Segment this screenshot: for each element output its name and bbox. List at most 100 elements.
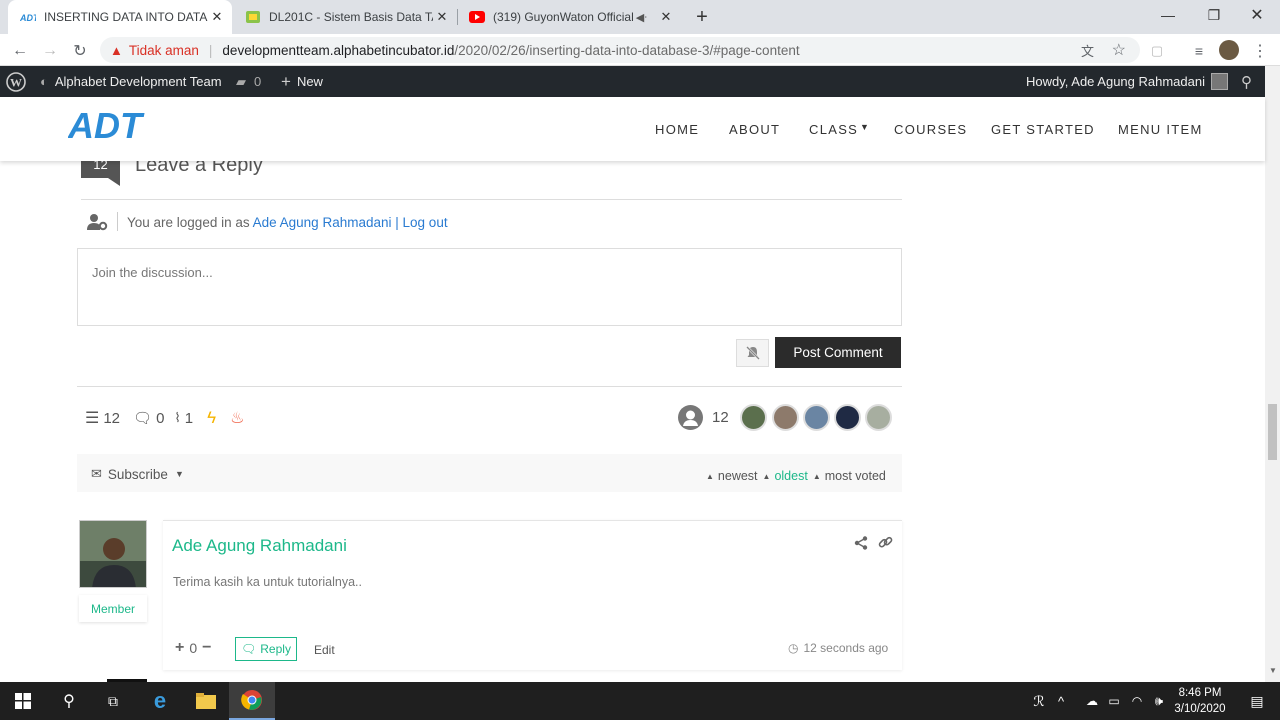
stats-bar: ☰ 12 🗨 0 ⌇ 1 ϟ ♨ (85, 408, 244, 428)
member-role-badge: Member (79, 595, 147, 622)
trending-fire-icon[interactable]: ♨ (230, 408, 244, 428)
subscribe-dropdown[interactable]: ✉ Subscribe ▼ (91, 466, 184, 482)
wordpress-logo-icon[interactable]: W (6, 66, 26, 97)
clock-area[interactable]: 8:46 PM 3/10/2020 (1172, 685, 1228, 717)
warning-triangle-icon: ▲ (110, 42, 123, 58)
notification-bell-off-icon[interactable] (736, 339, 769, 367)
onedrive-cloud-icon[interactable]: ☁ (1082, 682, 1102, 720)
comments-link[interactable]: ▰ 0 (236, 66, 261, 97)
nav-class[interactable]: CLASS (809, 122, 858, 137)
followers-count: 1 (184, 409, 194, 427)
caret-up-icon: ▲ (762, 471, 771, 481)
site-logo[interactable]: ADT (67, 105, 156, 148)
participant-avatar[interactable] (740, 404, 767, 431)
share-icon[interactable] (854, 536, 868, 553)
sort-most-voted[interactable]: most voted (825, 469, 886, 483)
search-icon[interactable]: ⚲ (1241, 66, 1252, 97)
tab-close-icon[interactable]: ✕ (657, 9, 675, 25)
user-profile-link[interactable]: Ade Agung Rahmadani (253, 215, 392, 230)
restore-icon[interactable]: ❐ (1191, 0, 1237, 30)
post-comment-button[interactable]: Post Comment (775, 337, 901, 368)
followers-rss-icon: ⌇ (174, 410, 181, 425)
reload-icon[interactable]: ↻ (69, 40, 91, 62)
vote-up-icon[interactable]: + (175, 639, 184, 657)
extension-icon[interactable]: ▢ (1146, 40, 1168, 62)
caret-down-icon: ▼ (174, 469, 184, 479)
battery-icon[interactable]: ▭ (1104, 682, 1124, 720)
address-bar[interactable]: ▲ Tidak aman | developmentteam.alphabeti… (100, 37, 1140, 63)
clock-date: 3/10/2020 (1174, 703, 1226, 715)
back-arrow-icon[interactable]: ← (9, 40, 31, 62)
participant-avatar[interactable] (772, 404, 799, 431)
windows-start-icon[interactable] (0, 682, 46, 720)
minimize-icon[interactable]: — (1145, 0, 1191, 30)
permalink-icon[interactable] (878, 535, 893, 553)
edge-icon[interactable]: e (137, 682, 183, 720)
participant-avatar[interactable] (865, 404, 892, 431)
volume-icon[interactable]: 🕪 (1149, 682, 1169, 720)
action-center-icon[interactable]: ▤ (1234, 682, 1280, 720)
chrome-menu-icon[interactable]: ⋮ (1249, 40, 1271, 62)
tab-close-icon[interactable]: ✕ (433, 9, 451, 25)
nav-home[interactable]: HOME (655, 122, 699, 137)
vote-count: 0 (189, 640, 198, 656)
my-account-link[interactable]: Howdy, Ade Agung Rahmadani (1026, 66, 1228, 97)
user-settings-icon (86, 213, 108, 236)
nav-menu-item[interactable]: MENU ITEM (1118, 122, 1203, 137)
file-explorer-icon[interactable] (183, 682, 229, 720)
comments-count: 0 (254, 74, 262, 89)
search-icon[interactable]: ⚲ (46, 682, 92, 720)
chrome-taskbar-icon[interactable] (229, 682, 275, 720)
comment-text: Terima kasih ka untuk tutorialnya.. (173, 575, 362, 589)
edit-link[interactable]: Edit (314, 643, 335, 657)
browser-tab-strip: ADT INSERTING DATA INTO DATABASE ✕ DL201… (0, 0, 1280, 34)
reply-label: Reply (260, 642, 291, 656)
security-label[interactable]: Tidak aman (129, 43, 199, 58)
tab-close-icon[interactable]: ✕ (208, 9, 226, 25)
participant-avatar[interactable] (834, 404, 861, 431)
vote-down-icon[interactable]: − (202, 639, 211, 657)
sort-oldest[interactable]: oldest (774, 469, 807, 483)
browser-tab-youtube[interactable]: (319) GuyonWaton Official - ◀ᐧ ✕ (457, 0, 681, 34)
browser-tab-dl201c[interactable]: DL201C - Sistem Basis Data TA. 2 ✕ (233, 0, 457, 34)
browser-tab-inserting-data[interactable]: ADT INSERTING DATA INTO DATABASE ✕ (8, 0, 232, 34)
wp-admin-bar: W ◐ Alphabet Development Team ▰ 0 + New … (0, 66, 1280, 97)
participant-avatar[interactable] (803, 404, 830, 431)
hottest-bolt-icon[interactable]: ϟ (207, 408, 216, 428)
caret-up-icon: ▲ (706, 471, 714, 481)
audio-playing-icon[interactable]: ◀ᐧ (636, 11, 647, 24)
divider (77, 386, 902, 387)
wifi-icon[interactable]: ◠ (1127, 682, 1147, 720)
nav-about[interactable]: ABOUT (729, 122, 780, 137)
media-control-icon[interactable]: ≡ (1188, 40, 1210, 62)
new-tab-button[interactable]: + (690, 5, 714, 29)
window-close-icon[interactable]: ✕ (1234, 0, 1280, 30)
show-hidden-icons-chevron[interactable]: ^ (1051, 682, 1071, 720)
task-view-icon[interactable]: ⧉ (90, 682, 136, 720)
class-dropdown-icon[interactable]: ▼ (860, 122, 869, 132)
subscribe-label: Subscribe (107, 466, 168, 482)
site-name: Alphabet Development Team (54, 74, 222, 89)
new-content-link[interactable]: + New (281, 66, 323, 97)
plus-icon: + (281, 71, 291, 91)
scroll-down-arrow-icon[interactable]: ▼ (1269, 666, 1277, 675)
bookmark-star-icon[interactable]: ☆ (1112, 40, 1126, 60)
logout-link[interactable]: Log out (403, 215, 448, 230)
forward-arrow-icon[interactable]: → (39, 40, 61, 62)
translate-icon[interactable]: ⽂ (1081, 41, 1094, 60)
participants-count: 12 (712, 409, 729, 426)
dashboard-gauge-icon: ◐ (40, 74, 48, 89)
comment-author-name[interactable]: Ade Agung Rahmadani (172, 536, 347, 556)
profile-avatar[interactable] (1219, 40, 1239, 60)
comment-textarea[interactable]: Join the discussion... (77, 248, 902, 326)
nav-courses[interactable]: COURSES (894, 122, 967, 137)
youtube-favicon-icon (469, 9, 485, 25)
page-scrollbar[interactable]: ▼ (1265, 66, 1280, 682)
site-name-link[interactable]: ◐ Alphabet Development Team (40, 66, 222, 97)
sort-newest[interactable]: newest (718, 469, 758, 483)
link-separator: | (395, 215, 399, 230)
nav-get-started[interactable]: GET STARTED (991, 122, 1095, 137)
comment-author-avatar[interactable] (79, 520, 147, 588)
scrollbar-thumb[interactable] (1268, 404, 1277, 460)
reply-button[interactable]: 🗨 Reply (235, 637, 297, 661)
